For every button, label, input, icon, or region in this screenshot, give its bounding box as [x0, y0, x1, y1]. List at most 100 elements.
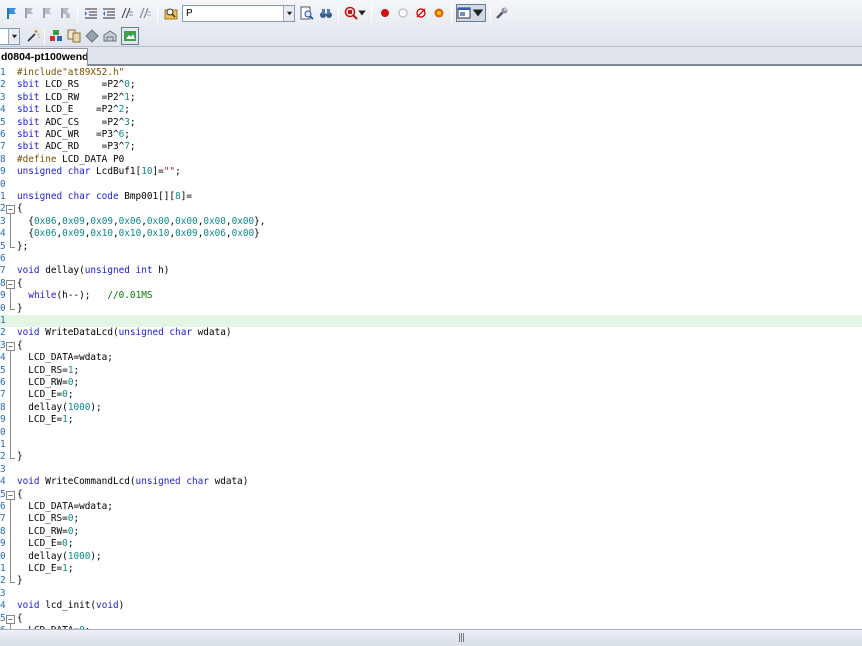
code-line[interactable]: 1 [0, 439, 862, 451]
code-line[interactable]: 3 sbit LCD_RW =P2^1; [0, 92, 862, 104]
code-line[interactable]: 2−{ [0, 203, 862, 215]
indent-button[interactable] [82, 4, 100, 22]
code-token: 0x09 [90, 215, 113, 227]
code-line[interactable]: 5 sbit ADC_CS =P2^3; [0, 117, 862, 129]
code-line[interactable]: 4 {0x06,0x09,0x10,0x10,0x10,0x09,0x06,0x… [0, 228, 862, 240]
code-line[interactable]: 0 dellay(1000); [0, 551, 862, 563]
find-text-combo[interactable]: P [182, 5, 295, 22]
clear-bookmarks-button[interactable] [56, 4, 74, 22]
find-combo-dropdown-arrow[interactable] [283, 6, 294, 21]
fold-toggle-icon[interactable]: − [6, 490, 15, 500]
target-dropdown-arrow[interactable] [8, 29, 19, 44]
select-packs-button[interactable] [83, 27, 101, 45]
code-line[interactable]: 0 [0, 427, 862, 439]
chevron-down-icon [358, 10, 366, 16]
comment-selection-button[interactable] [118, 4, 136, 22]
manage-components-button[interactable] [47, 27, 65, 45]
code-line[interactable]: 6 sbit ADC_WR =P3^6; [0, 129, 862, 141]
code-line[interactable]: 9 while(h--); //0.01MS [0, 290, 862, 302]
code-line[interactable]: 5}; [0, 241, 862, 253]
disable-breakpoint-button[interactable] [394, 4, 412, 22]
line-number: 4 [0, 352, 6, 364]
code-line[interactable]: 7 LCD_E=0; [0, 389, 862, 401]
code-token: void [17, 600, 46, 612]
disable-all-breakpoints-button[interactable] [412, 4, 430, 22]
code-line[interactable]: 1 #include"at89X52.h" [0, 67, 862, 79]
code-line[interactable]: 8−{ [0, 278, 862, 290]
fold-toggle-icon[interactable]: − [6, 205, 15, 215]
code-line[interactable]: 4 void WriteCommandLcd(unsigned char wdat… [0, 476, 862, 488]
pack-installer-button[interactable] [101, 27, 119, 45]
code-line[interactable]: 9 unsigned char LcdBuf1[10]=""; [0, 166, 862, 178]
code-token: 0x09 [62, 215, 85, 227]
diamond-icon [85, 29, 99, 43]
code-line[interactable]: 9 LCD_E=0; [0, 538, 862, 550]
code-line[interactable]: 2 void WriteDataLcd(unsigned char wdata) [0, 327, 862, 339]
code-text: } [17, 575, 23, 587]
configure-button[interactable] [493, 4, 511, 22]
code-line[interactable]: 2} [0, 575, 862, 587]
fold-toggle-icon[interactable]: − [6, 341, 15, 351]
horizontal-scrollbar[interactable]: ||| [0, 629, 862, 646]
code-line[interactable]: 3 {0x06,0x09,0x09,0x06,0x00,0x00,0x00,0x… [0, 216, 862, 228]
code-line[interactable]: 4 LCD_DATA=wdata; [0, 352, 862, 364]
code-line[interactable]: 0} [0, 303, 862, 315]
find-button[interactable] [298, 4, 316, 22]
tab-source-file[interactable]: d0804-pt100wendu.c [0, 48, 88, 66]
code-line[interactable]: 6 LCD_DATA=wdata; [0, 501, 862, 513]
code-text: sbit ADC_RD =P3^7; [17, 141, 136, 153]
target-select-combo[interactable] [0, 28, 20, 45]
code-line[interactable]: 8 #define LCD_DATA P0 [0, 154, 862, 166]
code-line[interactable]: 1 unsigned char code Bmp001[][8]= [0, 191, 862, 203]
next-bookmark-button[interactable] [38, 4, 56, 22]
code-line[interactable]: 3−{ [0, 340, 862, 352]
code-line[interactable]: 2 sbit LCD_RS =P2^0; [0, 79, 862, 91]
fold-toggle-icon[interactable]: − [6, 614, 15, 624]
code-line[interactable]: 8 dellay(1000); [0, 402, 862, 414]
fold-guide-end [10, 246, 15, 248]
code-token: { [17, 488, 23, 500]
code-text: { [17, 203, 23, 215]
code-line[interactable]: 6 [0, 253, 862, 265]
code-token: sbit [17, 129, 46, 140]
debug-dropdown-button[interactable] [357, 4, 367, 22]
code-token: } [254, 228, 260, 240]
software-packs-button[interactable] [121, 27, 139, 45]
code-editor[interactable]: 1 #include"at89X52.h" 2 sbit LCD_RS =P2^0; 3… [0, 67, 862, 629]
code-token: void [96, 600, 119, 612]
code-line[interactable]: 4 sbit LCD_E =P2^2; [0, 104, 862, 116]
uncomment-selection-button[interactable] [136, 4, 154, 22]
code-line[interactable]: 5−{ [0, 489, 862, 501]
code-line[interactable]: 7 LCD_RS=0; [0, 513, 862, 525]
window-layout-button[interactable] [456, 4, 486, 22]
code-line[interactable]: 8 LCD_RW=0; [0, 526, 862, 538]
code-token: 0x06 [33, 228, 57, 240]
code-line[interactable]: 5−{ [0, 613, 862, 625]
insert-breakpoint-button[interactable] [376, 4, 394, 22]
code-line[interactable]: 7 sbit ADC_RD =P3^7; [0, 141, 862, 153]
kill-all-breakpoints-button[interactable] [430, 4, 448, 22]
code-line[interactable]: 1 [0, 315, 862, 328]
incremental-find-button[interactable] [317, 4, 335, 22]
target-options-button[interactable] [24, 27, 42, 45]
code-line[interactable]: 5 LCD_RS=1; [0, 365, 862, 377]
fold-toggle-icon[interactable]: − [6, 279, 15, 289]
code-line[interactable]: 1 LCD_E=1; [0, 563, 862, 575]
code-line[interactable]: 3 [0, 588, 862, 600]
code-line[interactable]: 2} [0, 451, 862, 463]
copy-project-button[interactable] [65, 27, 83, 45]
unindent-button[interactable] [100, 4, 118, 22]
prev-bookmark-button[interactable] [20, 4, 38, 22]
code-line[interactable]: 4 void lcd_init(void) [0, 600, 862, 612]
code-line[interactable]: 7 void dellay(unsigned int h) [0, 265, 862, 277]
code-line[interactable]: 9 LCD_E=1; [0, 414, 862, 426]
code-token: 0x06 [33, 215, 57, 227]
find-in-files-button[interactable] [162, 4, 180, 22]
code-line[interactable]: 6 LCD_RW=0; [0, 377, 862, 389]
code-line[interactable]: 3 [0, 464, 862, 476]
code-token: { [17, 215, 34, 227]
bookmark-toggle-button[interactable] [2, 4, 20, 22]
code-text: void dellay(unsigned int h) [17, 265, 169, 277]
code-line[interactable]: 0 [0, 179, 862, 191]
